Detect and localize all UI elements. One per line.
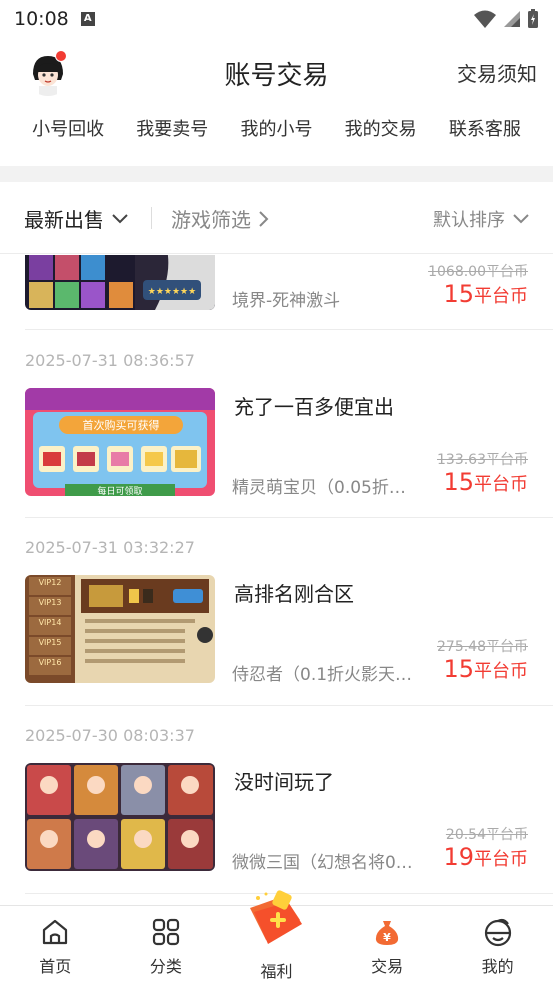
item-price-value: 15: [443, 655, 474, 683]
bottom-tab-bar: 首页 分类 福利 ¥ 交易 我的: [0, 890, 553, 983]
item-title: 充了一百多便宜出: [234, 395, 394, 419]
vip-level-label: VIP16: [39, 658, 62, 667]
status-time: 10:08: [14, 8, 69, 30]
item-price-value: 15: [443, 468, 474, 496]
signal-icon: [504, 11, 520, 27]
item-price-unit: 平台币: [474, 474, 528, 495]
item-thumbnail: [25, 763, 215, 871]
item-date: 2025-07-30 08:03:37: [25, 726, 195, 745]
tab-label: 福利: [260, 962, 293, 981]
tab-label: 交易: [371, 957, 404, 976]
trade-notice-link[interactable]: 交易须知: [457, 58, 537, 87]
status-icons: [473, 9, 539, 29]
tab-mine[interactable]: 我的: [442, 906, 553, 983]
item-original-price: 275.48平台币: [437, 639, 528, 655]
nav-link-recycle[interactable]: 小号回收: [32, 108, 104, 152]
filter-divider: [151, 207, 152, 229]
item-price-value: 15: [443, 280, 474, 308]
tab-welfare[interactable]: 福利: [221, 890, 332, 983]
item-game-name: 境界-死神激斗: [232, 291, 341, 311]
grid-icon: [152, 918, 179, 946]
tab-category[interactable]: 分类: [111, 906, 222, 983]
vip-level-label: VIP15: [39, 638, 62, 647]
nav-link-support[interactable]: 联系客服: [449, 108, 521, 152]
vip-level-label: VIP13: [39, 598, 62, 607]
nav-link-my-accounts[interactable]: 我的小号: [240, 108, 312, 152]
tab-label: 我的: [481, 957, 514, 976]
item-price: 15平台币: [443, 280, 528, 308]
thumb-banner-text: 首次购买可获得: [83, 418, 160, 432]
filter-game-label: 游戏筛选: [171, 208, 251, 232]
item-thumbnail: VIP12 VIP13 VIP14 VIP15 VIP16: [25, 575, 215, 683]
home-icon: [43, 919, 68, 945]
item-price-unit: 平台币: [474, 286, 528, 307]
item-original-price: 133.63平台币: [437, 452, 528, 468]
header: 账号交易 交易须知: [0, 38, 553, 104]
tab-home[interactable]: 首页: [0, 906, 111, 983]
gift-icon: [250, 890, 303, 944]
section-separator: [0, 166, 553, 182]
nav-link-my-trades[interactable]: 我的交易: [345, 108, 417, 152]
item-title: 高排名刚合区: [234, 582, 354, 606]
item-original-price: 20.54平台币: [445, 827, 528, 843]
notification-a-icon: A: [80, 12, 95, 26]
money-bag-icon: ¥: [375, 921, 399, 945]
chevron-right-icon: [259, 210, 269, 227]
item-price-value: 19: [443, 843, 474, 871]
wifi-icon: [474, 10, 496, 28]
item-title: 没时间玩了: [234, 770, 334, 794]
thumb-footer-text: 每日可领取: [97, 485, 142, 496]
chevron-down-icon: [513, 214, 529, 224]
chevron-down-icon: [112, 213, 128, 223]
vip-level-label: VIP12: [39, 578, 62, 587]
filter-game[interactable]: 游戏筛选: [171, 204, 269, 233]
list-item[interactable]: 2025-07-31 03:32:27 VIP12 VIP13 VIP14 VI…: [0, 518, 553, 706]
tab-label: 首页: [39, 957, 72, 976]
item-date: 2025-07-31 08:36:57: [25, 351, 195, 370]
item-divider: [25, 329, 553, 330]
item-price-unit: 平台币: [474, 849, 528, 870]
listing-list: ★★★★★★ 境界-死神激斗 1068.00平台币 15平台币 2025-07-…: [0, 255, 553, 905]
item-thumbnail: ★★★★★★: [25, 255, 215, 310]
item-price-unit: 平台币: [474, 661, 528, 682]
top-nav-links: 小号回收 我要卖号 我的小号 我的交易 联系客服: [0, 108, 553, 152]
list-item[interactable]: 2025-07-31 08:36:57 首次购买可获得 每日可领取 充了一百多便…: [0, 331, 553, 518]
svg-text:★★★★★★: ★★★★★★: [148, 287, 196, 297]
filter-sort[interactable]: 默认排序: [433, 206, 529, 232]
item-thumbnail: 首次购买可获得 每日可领取: [25, 388, 215, 496]
tab-trade[interactable]: ¥ 交易: [332, 906, 443, 983]
list-item[interactable]: 2025-07-30 08:03:37 没时间玩了 微微三国（幻想名将0.… 2…: [0, 706, 553, 894]
item-game-name: 精灵萌宝贝（0.05折…: [232, 478, 406, 498]
battery-icon: [528, 9, 538, 28]
svg-text:¥: ¥: [383, 931, 391, 944]
list-item[interactable]: ★★★★★★ 境界-死神激斗 1068.00平台币 15平台币: [0, 255, 553, 330]
vip-level-label: VIP14: [39, 618, 62, 627]
item-game-name: 微微三国（幻想名将0.…: [232, 853, 412, 873]
item-price: 15平台币: [443, 468, 528, 496]
item-price: 19平台币: [443, 843, 528, 871]
status-bar: 10:08 A: [0, 0, 553, 38]
filter-bar: 最新出售 游戏筛选 默认排序: [0, 182, 553, 254]
tab-label: 分类: [149, 957, 182, 976]
item-date: 2025-07-31 03:32:27: [25, 538, 195, 557]
item-price: 15平台币: [443, 655, 528, 683]
item-game-name: 侍忍者（0.1折火影天…: [232, 665, 412, 685]
profile-icon: [484, 918, 511, 947]
filter-latest-label: 最新出售: [24, 208, 104, 232]
filter-sort-label: 默认排序: [433, 210, 505, 231]
nav-link-sell[interactable]: 我要卖号: [136, 108, 208, 152]
filter-latest-sale[interactable]: 最新出售: [24, 204, 128, 233]
item-original-price: 1068.00平台币: [428, 264, 528, 280]
